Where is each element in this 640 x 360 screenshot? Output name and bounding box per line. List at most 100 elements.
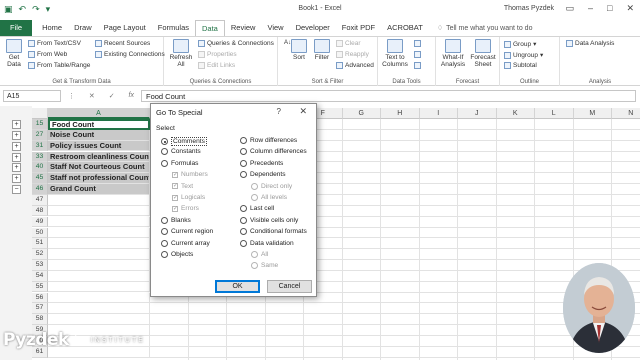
expand-group-icon[interactable]: + bbox=[12, 141, 21, 151]
subtotal-button[interactable]: Subtotal bbox=[504, 62, 537, 69]
column-header-m[interactable]: M bbox=[573, 108, 612, 119]
refresh-all-button[interactable]: Refresh All bbox=[168, 39, 194, 68]
minimize-icon[interactable]: – bbox=[588, 3, 593, 14]
radio-formulas[interactable]: Formulas bbox=[161, 159, 198, 167]
row-header[interactable]: 33 bbox=[32, 151, 48, 163]
expand-group-icon[interactable]: + bbox=[12, 163, 21, 173]
row-header[interactable]: 54 bbox=[32, 270, 48, 282]
column-header-l[interactable]: L bbox=[535, 108, 574, 119]
row-header[interactable]: 48 bbox=[32, 205, 48, 217]
column-header-h[interactable]: H bbox=[381, 108, 420, 119]
cell-a[interactable]: Staff not professional Count bbox=[48, 173, 150, 184]
insert-function-icon[interactable]: fx bbox=[129, 92, 134, 100]
cell-a[interactable] bbox=[48, 292, 150, 304]
tab-file[interactable]: File bbox=[0, 20, 33, 36]
ungroup-button[interactable]: Ungroup ▾ bbox=[504, 51, 543, 59]
cell-a[interactable]: Policy issues Count bbox=[48, 140, 150, 152]
cell-a[interactable] bbox=[48, 270, 150, 282]
reapply-button[interactable]: Reapply bbox=[336, 51, 369, 58]
group-button[interactable]: Group ▾ bbox=[504, 40, 536, 48]
radio-constants[interactable]: Constants bbox=[161, 148, 201, 156]
queries-connections-button[interactable]: Queries & Connections bbox=[198, 40, 274, 47]
tab-review[interactable]: Review bbox=[225, 20, 262, 36]
cell-a[interactable] bbox=[48, 281, 150, 293]
tell-me-box[interactable]: ♢ Tell me what you want to do bbox=[437, 24, 533, 33]
expand-group-icon[interactable]: + bbox=[12, 152, 21, 162]
radio-row-differences[interactable]: Row differences bbox=[240, 137, 297, 144]
advanced-button[interactable]: Advanced bbox=[336, 62, 374, 69]
row-header[interactable]: 57 bbox=[32, 303, 48, 315]
row-header[interactable]: 31 bbox=[32, 140, 48, 152]
radio-visible-cells-only[interactable]: Visible cells only bbox=[240, 216, 298, 224]
close-icon[interactable]: ✕ bbox=[626, 3, 634, 14]
tab-data[interactable]: Data bbox=[195, 20, 225, 36]
cell-a[interactable] bbox=[48, 194, 150, 206]
checkbox-errors[interactable]: ✓ Errors bbox=[172, 205, 199, 212]
column-header-a[interactable]: A bbox=[48, 108, 150, 119]
cancel-entry-icon[interactable]: ✕ bbox=[89, 92, 95, 100]
row-header[interactable]: 27 bbox=[32, 129, 48, 141]
cell-a[interactable] bbox=[48, 260, 150, 271]
maximize-icon[interactable]: □ bbox=[607, 3, 612, 14]
row-header[interactable]: 45 bbox=[32, 173, 48, 184]
radio-precedents[interactable]: Precedents bbox=[240, 159, 283, 167]
get-data-button[interactable]: Get Data bbox=[3, 39, 25, 68]
collapse-group-icon[interactable]: − bbox=[12, 185, 21, 195]
checkbox-same[interactable]: Same bbox=[251, 262, 278, 270]
column-header-i[interactable]: I bbox=[419, 108, 458, 119]
tab-draw[interactable]: Draw bbox=[68, 20, 98, 36]
cell-a[interactable] bbox=[48, 238, 150, 250]
cell-a[interactable]: Food Count bbox=[48, 119, 150, 130]
radio-blanks[interactable]: Blanks bbox=[161, 216, 191, 224]
formula-input[interactable]: Food Count bbox=[141, 90, 636, 102]
row-header[interactable]: 52 bbox=[32, 249, 48, 260]
row-header[interactable]: 58 bbox=[32, 314, 48, 325]
row-header[interactable]: 55 bbox=[32, 281, 48, 293]
checkbox-logicals[interactable]: ✓ Logicals bbox=[172, 194, 205, 201]
column-header-n[interactable]: N bbox=[612, 108, 640, 119]
row-header[interactable]: 15 bbox=[32, 119, 48, 130]
checkbox-all-levels[interactable]: All levels bbox=[251, 194, 287, 201]
cell-a[interactable] bbox=[48, 314, 150, 325]
cancel-button[interactable]: Cancel bbox=[267, 280, 312, 293]
tab-acrobat[interactable]: ACROBAT bbox=[381, 20, 429, 36]
row-header[interactable]: 46 bbox=[32, 184, 48, 195]
checkbox-numbers[interactable]: ✓ Numbers bbox=[172, 171, 208, 178]
data-analysis-button[interactable]: Data Analysis bbox=[566, 40, 614, 47]
checkbox-all[interactable]: All bbox=[251, 251, 268, 258]
radio-column-differences[interactable]: Column differences bbox=[240, 148, 307, 156]
from-table-range-button[interactable]: From Table/Range bbox=[28, 62, 90, 69]
row-header[interactable]: 49 bbox=[32, 216, 48, 228]
row-header[interactable]: 47 bbox=[32, 194, 48, 206]
cell-a[interactable]: Grand Count bbox=[48, 184, 150, 195]
from-text-csv-button[interactable]: From Text/CSV bbox=[28, 40, 81, 47]
tab-developer[interactable]: Developer bbox=[290, 20, 336, 36]
checkbox-text[interactable]: ✓ Text bbox=[172, 183, 193, 190]
cell-a[interactable] bbox=[48, 205, 150, 217]
tab-view[interactable]: View bbox=[261, 20, 289, 36]
data-validation-button[interactable] bbox=[414, 62, 421, 69]
sort-button[interactable]: Sort bbox=[290, 39, 308, 61]
cell-a[interactable] bbox=[48, 216, 150, 228]
text-to-columns-button[interactable]: Text to Columns bbox=[381, 39, 409, 68]
tab-formulas[interactable]: Formulas bbox=[152, 20, 195, 36]
cell-a[interactable] bbox=[48, 249, 150, 260]
cell-a[interactable]: Restroom cleanliness Count bbox=[48, 151, 150, 163]
radio-conditional-formats[interactable]: Conditional formats bbox=[240, 228, 307, 236]
column-header-j[interactable]: J bbox=[458, 108, 497, 119]
worksheet-grid[interactable]: ABCDEFGHIJKLMN15Food Count+27Noise Count… bbox=[0, 106, 640, 360]
ok-button[interactable]: OK bbox=[215, 280, 260, 293]
cell-a[interactable]: Noise Count bbox=[48, 129, 150, 141]
select-all-corner[interactable] bbox=[32, 108, 48, 119]
cell-a[interactable] bbox=[48, 303, 150, 315]
filter-button[interactable]: Filter bbox=[312, 39, 332, 61]
user-name[interactable]: Thomas Pyzdek bbox=[504, 5, 554, 12]
properties-button[interactable]: Properties bbox=[198, 51, 237, 58]
radio-objects[interactable]: Objects bbox=[161, 251, 193, 258]
column-header-k[interactable]: K bbox=[496, 108, 535, 119]
from-web-button[interactable]: From Web bbox=[28, 51, 67, 58]
expand-group-icon[interactable]: + bbox=[12, 130, 21, 140]
tab-foxit-pdf[interactable]: Foxit PDF bbox=[336, 20, 381, 36]
column-header-g[interactable]: G bbox=[342, 108, 381, 119]
edit-links-button[interactable]: Edit Links bbox=[198, 62, 235, 69]
